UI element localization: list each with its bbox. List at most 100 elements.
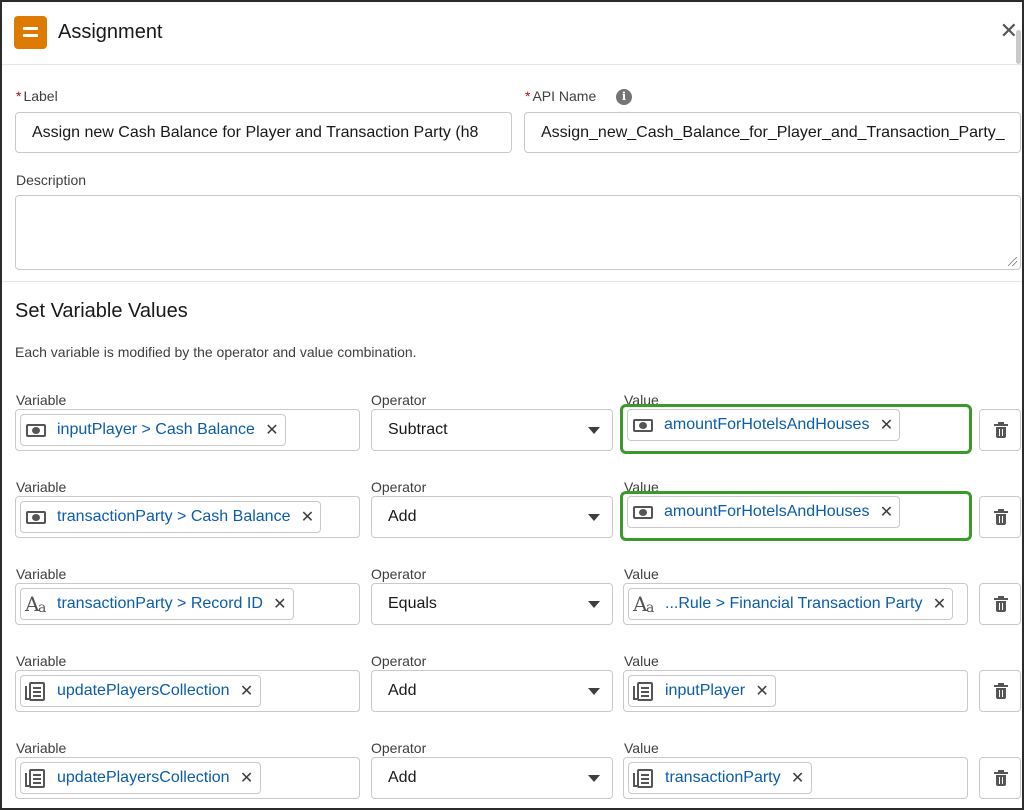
value-label: Value <box>624 740 659 756</box>
value-label: Value <box>624 653 659 669</box>
variable-field[interactable]: transactionParty > Cash Balance ✕ <box>15 496 360 538</box>
label-text: Label <box>23 88 58 104</box>
record-icon <box>633 680 657 702</box>
trash-icon <box>994 596 1008 612</box>
chevron-down-icon <box>588 514 600 521</box>
operator-label: Operator <box>371 479 427 495</box>
chevron-down-icon <box>588 688 600 695</box>
operator-select[interactable]: Add <box>371 670 613 712</box>
variable-label: Variable <box>16 566 67 582</box>
variable-field[interactable]: updatePlayersCollection ✕ <box>15 757 360 799</box>
description-textarea[interactable] <box>15 195 1021 270</box>
modal-header: Assignment ✕ <box>2 2 1022 65</box>
value-field[interactable]: inputPlayer ✕ <box>623 670 968 712</box>
value-pill-label: ...Rule > Financial Transaction Party <box>665 595 923 612</box>
label-field-label: * Label <box>16 88 58 104</box>
delete-row-button[interactable] <box>979 409 1021 451</box>
remove-icon[interactable]: ✕ <box>791 768 805 788</box>
variable-pill[interactable]: updatePlayersCollection ✕ <box>20 675 261 707</box>
value-pill[interactable]: transactionParty ✕ <box>628 762 812 794</box>
currency-icon <box>632 501 656 523</box>
variable-field[interactable]: updatePlayersCollection ✕ <box>15 670 360 712</box>
value-pill[interactable]: inputPlayer ✕ <box>628 675 777 707</box>
remove-icon[interactable]: ✕ <box>755 681 769 701</box>
variable-pill-label: transactionParty > Cash Balance <box>57 508 291 525</box>
delete-row-button[interactable] <box>979 670 1021 712</box>
value-field[interactable]: transactionParty ✕ <box>623 757 968 799</box>
required-marker: * <box>525 88 531 104</box>
operator-value: Add <box>388 508 417 525</box>
remove-icon[interactable]: ✕ <box>273 594 287 614</box>
value-label: Value <box>624 566 659 582</box>
value-pill[interactable]: amountForHotelsAndHouses ✕ <box>627 496 901 528</box>
assignment-icon <box>14 16 47 49</box>
collection-icon <box>25 767 49 789</box>
description-label: Description <box>16 172 87 188</box>
value-field[interactable]: Aa ...Rule > Financial Transaction Party… <box>623 583 968 625</box>
operator-label: Operator <box>371 392 427 408</box>
operator-select[interactable]: Add <box>371 496 613 538</box>
operator-label: Operator <box>371 566 427 582</box>
operator-value: Equals <box>388 595 437 612</box>
api-name-field-label: * API Name <box>525 88 596 104</box>
remove-icon[interactable]: ✕ <box>879 502 893 522</box>
operator-value: Subtract <box>388 421 448 438</box>
value-pill[interactable]: Aa ...Rule > Financial Transaction Party… <box>628 588 954 620</box>
label-input[interactable]: Assign new Cash Balance for Player and T… <box>15 112 512 153</box>
operator-select[interactable]: Subtract <box>371 409 613 451</box>
info-icon[interactable]: i <box>616 89 632 105</box>
currency-icon <box>25 506 49 528</box>
collection-icon <box>25 680 49 702</box>
remove-icon[interactable]: ✕ <box>240 768 254 788</box>
assignment-row: Variable updatePlayersCollection ✕ Opera… <box>2 653 1022 740</box>
remove-icon[interactable]: ✕ <box>300 507 314 527</box>
remove-icon[interactable]: ✕ <box>265 420 279 440</box>
operator-select[interactable]: Add <box>371 757 613 799</box>
value-field[interactable]: amountForHotelsAndHouses ✕ <box>620 404 972 454</box>
variable-pill-label: updatePlayersCollection <box>57 682 230 699</box>
variable-label: Variable <box>16 653 67 669</box>
required-marker: * <box>16 88 22 104</box>
record-icon <box>633 767 657 789</box>
delete-row-button[interactable] <box>979 583 1021 625</box>
currency-icon <box>632 414 656 436</box>
value-pill-label: amountForHotelsAndHouses <box>664 416 870 433</box>
variable-label: Variable <box>16 740 67 756</box>
resize-handle-icon[interactable] <box>1008 257 1017 266</box>
variable-pill[interactable]: updatePlayersCollection ✕ <box>20 762 261 794</box>
variable-pill[interactable]: inputPlayer > Cash Balance ✕ <box>20 414 286 446</box>
assignment-row: Variable inputPlayer > Cash Balance ✕ Op… <box>2 392 1022 479</box>
variable-field[interactable]: Aa transactionParty > Record ID ✕ <box>15 583 360 625</box>
value-field[interactable]: amountForHotelsAndHouses ✕ <box>620 491 972 541</box>
delete-row-button[interactable] <box>979 496 1021 538</box>
variable-pill-label: inputPlayer > Cash Balance <box>57 421 255 438</box>
variable-pill[interactable]: Aa transactionParty > Record ID ✕ <box>20 588 294 620</box>
section-description: Each variable is modified by the operato… <box>15 344 417 360</box>
currency-icon <box>25 419 49 441</box>
assignment-modal: Assignment ✕ * Label Assign new Cash Bala… <box>0 0 1024 810</box>
remove-icon[interactable]: ✕ <box>932 594 946 614</box>
operator-value: Add <box>388 682 417 699</box>
api-name-input[interactable]: Assign_new_Cash_Balance_for_Player_and_T… <box>524 112 1021 153</box>
trash-icon <box>994 683 1008 699</box>
text-type-icon: Aa <box>25 592 47 616</box>
scrollbar-thumb[interactable] <box>1016 30 1021 64</box>
delete-row-button[interactable] <box>979 757 1021 799</box>
value-pill-label: amountForHotelsAndHouses <box>664 503 870 520</box>
assignment-row: Variable updatePlayersCollection ✕ Opera… <box>2 740 1022 808</box>
operator-label: Operator <box>371 740 427 756</box>
value-pill-label: transactionParty <box>665 769 781 786</box>
variable-field[interactable]: inputPlayer > Cash Balance ✕ <box>15 409 360 451</box>
variable-label: Variable <box>16 392 67 408</box>
remove-icon[interactable]: ✕ <box>240 681 254 701</box>
variable-pill[interactable]: transactionParty > Cash Balance ✕ <box>20 501 322 533</box>
section-divider <box>2 281 1022 282</box>
chevron-down-icon <box>588 427 600 434</box>
value-pill[interactable]: amountForHotelsAndHouses ✕ <box>627 409 901 441</box>
operator-select[interactable]: Equals <box>371 583 613 625</box>
variable-pill-label: transactionParty > Record ID <box>57 595 263 612</box>
section-title: Set Variable Values <box>15 300 188 322</box>
remove-icon[interactable]: ✕ <box>879 415 893 435</box>
trash-icon <box>994 770 1008 786</box>
trash-icon <box>994 509 1008 525</box>
